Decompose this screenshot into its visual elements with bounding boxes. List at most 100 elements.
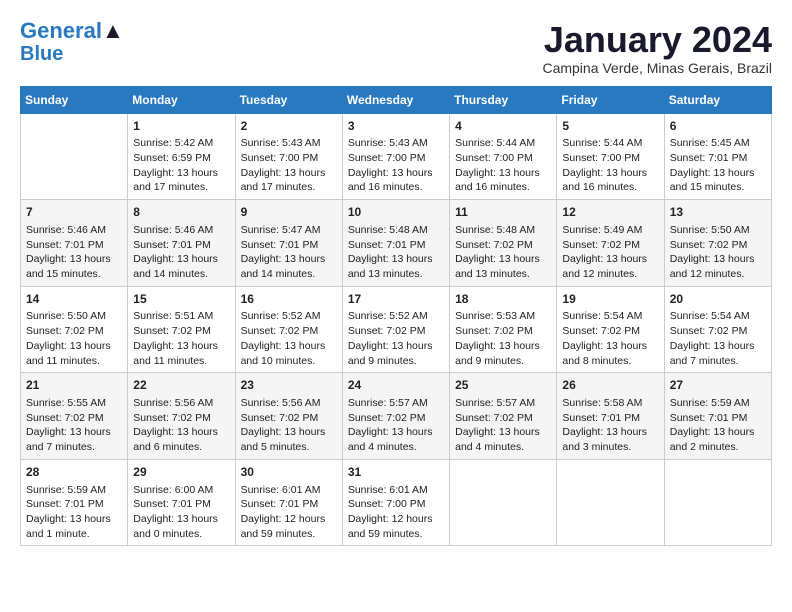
cell-info: and 2 minutes. <box>670 440 766 455</box>
cell-info: and 12 minutes. <box>670 267 766 282</box>
cell-info: and 1 minute. <box>26 527 122 542</box>
cell-info: Sunrise: 5:59 AM <box>26 483 122 498</box>
cell-info: Sunset: 7:02 PM <box>455 324 551 339</box>
cell-info: and 14 minutes. <box>133 267 229 282</box>
week-row-3: 14Sunrise: 5:50 AMSunset: 7:02 PMDayligh… <box>21 286 772 373</box>
calendar-table: SundayMondayTuesdayWednesdayThursdayFrid… <box>20 86 772 547</box>
cell-info: Daylight: 13 hours <box>241 425 337 440</box>
day-number: 29 <box>133 464 229 481</box>
month-title: January 2024 <box>542 20 772 60</box>
cell-info: Daylight: 13 hours <box>133 339 229 354</box>
day-number: 15 <box>133 291 229 308</box>
cell-info: Daylight: 13 hours <box>133 425 229 440</box>
cell-info: Sunset: 7:02 PM <box>133 411 229 426</box>
calendar-cell: 7Sunrise: 5:46 AMSunset: 7:01 PMDaylight… <box>21 200 128 287</box>
cell-info: Sunrise: 5:46 AM <box>26 223 122 238</box>
day-number: 22 <box>133 377 229 394</box>
cell-info: Sunrise: 5:54 AM <box>670 309 766 324</box>
calendar-cell: 17Sunrise: 5:52 AMSunset: 7:02 PMDayligh… <box>342 286 449 373</box>
cell-info: Daylight: 13 hours <box>26 425 122 440</box>
day-number: 7 <box>26 204 122 221</box>
cell-info: and 12 minutes. <box>562 267 658 282</box>
cell-info: Sunrise: 6:00 AM <box>133 483 229 498</box>
cell-info: Daylight: 12 hours <box>348 512 444 527</box>
calendar-cell: 25Sunrise: 5:57 AMSunset: 7:02 PMDayligh… <box>450 373 557 460</box>
cell-info: Sunset: 7:02 PM <box>348 411 444 426</box>
cell-info: and 59 minutes. <box>348 527 444 542</box>
cell-info: and 10 minutes. <box>241 354 337 369</box>
cell-info: and 7 minutes. <box>26 440 122 455</box>
cell-info: Sunset: 7:02 PM <box>562 238 658 253</box>
calendar-cell: 13Sunrise: 5:50 AMSunset: 7:02 PMDayligh… <box>664 200 771 287</box>
location: Campina Verde, Minas Gerais, Brazil <box>542 60 772 76</box>
cell-info: Sunrise: 5:56 AM <box>241 396 337 411</box>
col-header-friday: Friday <box>557 86 664 113</box>
cell-info: Sunset: 7:02 PM <box>455 238 551 253</box>
cell-info: and 16 minutes. <box>348 180 444 195</box>
cell-info: Sunrise: 5:47 AM <box>241 223 337 238</box>
cell-info: Sunrise: 5:57 AM <box>455 396 551 411</box>
calendar-cell: 30Sunrise: 6:01 AMSunset: 7:01 PMDayligh… <box>235 459 342 546</box>
cell-info: Sunset: 7:02 PM <box>348 324 444 339</box>
cell-info: Sunset: 7:01 PM <box>26 497 122 512</box>
cell-info: Daylight: 13 hours <box>133 166 229 181</box>
cell-info: and 7 minutes. <box>670 354 766 369</box>
logo-blue: Blue <box>20 43 63 65</box>
calendar-cell: 16Sunrise: 5:52 AMSunset: 7:02 PMDayligh… <box>235 286 342 373</box>
cell-info: Daylight: 13 hours <box>670 252 766 267</box>
calendar-cell <box>450 459 557 546</box>
calendar-cell: 26Sunrise: 5:58 AMSunset: 7:01 PMDayligh… <box>557 373 664 460</box>
cell-info: Daylight: 13 hours <box>133 512 229 527</box>
day-number: 20 <box>670 291 766 308</box>
calendar-cell: 19Sunrise: 5:54 AMSunset: 7:02 PMDayligh… <box>557 286 664 373</box>
cell-info: Daylight: 13 hours <box>562 339 658 354</box>
day-number: 17 <box>348 291 444 308</box>
day-number: 11 <box>455 204 551 221</box>
cell-info: Daylight: 13 hours <box>670 425 766 440</box>
cell-info: Sunset: 7:00 PM <box>562 151 658 166</box>
cell-info: Daylight: 13 hours <box>241 339 337 354</box>
cell-info: Sunset: 7:01 PM <box>348 238 444 253</box>
cell-info: Daylight: 13 hours <box>348 339 444 354</box>
cell-info: Daylight: 13 hours <box>562 166 658 181</box>
cell-info: Sunrise: 5:44 AM <box>562 136 658 151</box>
day-number: 5 <box>562 118 658 135</box>
calendar-cell: 29 Sunrise: 6:00 AMSunset: 7:01 PMDayligh… <box>128 459 235 546</box>
cell-info: Sunset: 7:00 PM <box>241 151 337 166</box>
title-block: January 2024 Campina Verde, Minas Gerais… <box>542 20 772 76</box>
calendar-cell: 5Sunrise: 5:44 AMSunset: 7:00 PMDaylight… <box>557 113 664 200</box>
cell-info: and 5 minutes. <box>241 440 337 455</box>
cell-info: Daylight: 13 hours <box>455 166 551 181</box>
cell-info: Sunset: 7:00 PM <box>455 151 551 166</box>
cell-info: and 17 minutes. <box>241 180 337 195</box>
cell-info: Daylight: 13 hours <box>348 425 444 440</box>
cell-info: Sunrise: 6:01 AM <box>348 483 444 498</box>
cell-info: Sunset: 7:01 PM <box>133 497 229 512</box>
cell-info: Sunset: 6:59 PM <box>133 151 229 166</box>
cell-info: Daylight: 13 hours <box>26 252 122 267</box>
week-row-5: 28Sunrise: 5:59 AMSunset: 7:01 PMDayligh… <box>21 459 772 546</box>
calendar-cell: 21Sunrise: 5:55 AMSunset: 7:02 PMDayligh… <box>21 373 128 460</box>
cell-info: Sunrise: 5:46 AM <box>133 223 229 238</box>
cell-info: Sunrise: 5:59 AM <box>670 396 766 411</box>
cell-info: Sunset: 7:00 PM <box>348 151 444 166</box>
cell-info: Daylight: 13 hours <box>455 425 551 440</box>
cell-info: Sunrise: 5:50 AM <box>26 309 122 324</box>
cell-info: Sunset: 7:02 PM <box>670 238 766 253</box>
calendar-cell: 22Sunrise: 5:56 AMSunset: 7:02 PMDayligh… <box>128 373 235 460</box>
cell-info: and 4 minutes. <box>455 440 551 455</box>
day-number: 18 <box>455 291 551 308</box>
week-row-1: 1Sunrise: 5:42 AMSunset: 6:59 PMDaylight… <box>21 113 772 200</box>
cell-info: Sunrise: 5:49 AM <box>562 223 658 238</box>
cell-info: Sunrise: 5:44 AM <box>455 136 551 151</box>
calendar-cell: 11Sunrise: 5:48 AMSunset: 7:02 PMDayligh… <box>450 200 557 287</box>
cell-info: and 8 minutes. <box>562 354 658 369</box>
day-number: 21 <box>26 377 122 394</box>
col-header-sunday: Sunday <box>21 86 128 113</box>
cell-info: Sunset: 7:01 PM <box>133 238 229 253</box>
cell-info: Sunset: 7:02 PM <box>26 411 122 426</box>
calendar-cell: 1Sunrise: 5:42 AMSunset: 6:59 PMDaylight… <box>128 113 235 200</box>
day-number: 6 <box>670 118 766 135</box>
day-number: 8 <box>133 204 229 221</box>
day-number: 13 <box>670 204 766 221</box>
